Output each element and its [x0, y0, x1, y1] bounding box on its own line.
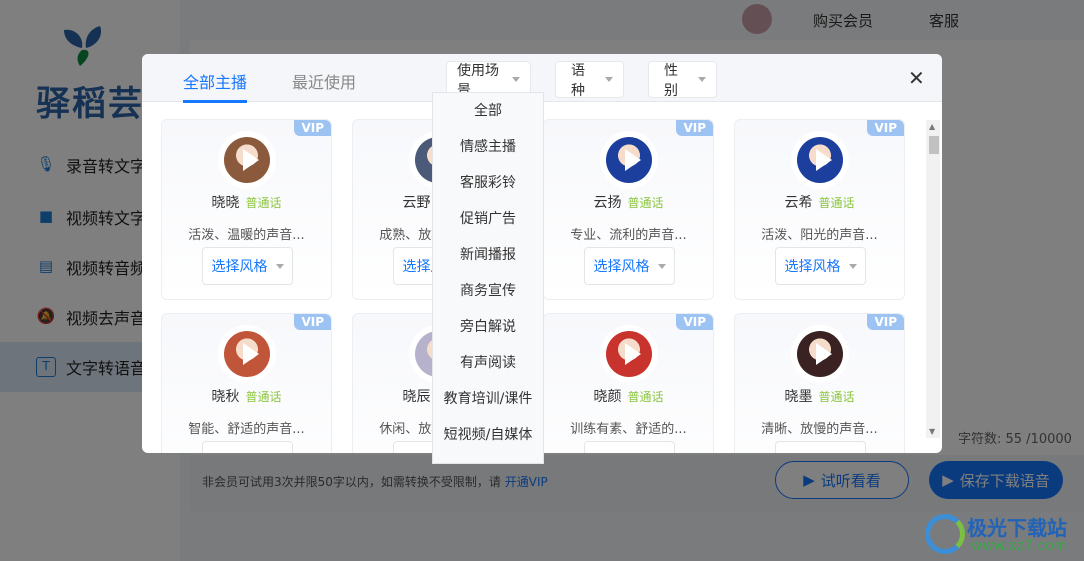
- speaker-description: 清晰、放慢的声音...: [761, 422, 878, 437]
- scroll-up-icon[interactable]: ▲: [929, 122, 935, 131]
- vip-badge: VIP: [676, 314, 713, 330]
- speaker-avatar[interactable]: [221, 328, 273, 380]
- scrollbar[interactable]: ▲ ▼: [926, 120, 940, 438]
- speaker-name: 晓颜: [593, 389, 622, 405]
- play-icon[interactable]: [625, 343, 641, 365]
- speaker-language: 普通话: [627, 196, 664, 210]
- speaker-language: 普通话: [818, 390, 855, 404]
- watermark-logo-icon: [925, 514, 965, 554]
- speaker-name: 晓秋: [211, 389, 240, 405]
- scene-option[interactable]: 商务宣传: [433, 273, 543, 309]
- speaker-description: 专业、流利的声音...: [570, 228, 687, 243]
- style-select-label: 选择风格: [211, 259, 268, 275]
- play-icon[interactable]: [816, 343, 832, 365]
- style-select-label: 选择风格: [784, 259, 841, 275]
- scroll-down-icon[interactable]: ▼: [929, 427, 935, 436]
- speaker-name-row: 云扬 普通话: [544, 192, 713, 212]
- tab-recent[interactable]: 最近使用: [292, 69, 356, 93]
- chevron-down-icon: [512, 77, 520, 82]
- vip-badge: VIP: [867, 314, 904, 330]
- speaker-card[interactable]: VIP 云希 普通话 活泼、阳光的声音... 选择风格: [734, 119, 905, 300]
- scrollbar-thumb[interactable]: [929, 136, 939, 154]
- scene-option[interactable]: 教育培训/课件: [433, 381, 543, 417]
- speaker-name-row: 云希 普通话: [735, 192, 904, 212]
- speaker-name: 云野: [402, 195, 431, 211]
- scene-option[interactable]: 促销广告: [433, 201, 543, 237]
- style-select-label: 选择风格: [785, 450, 841, 453]
- scene-dropdown-menu: 全部 情感主播 客服彩铃 促销广告 新闻播报 商务宣传 旁白解说 有声阅读 教育培训/课件 短视频…: [432, 92, 544, 464]
- speaker-avatar[interactable]: [603, 328, 655, 380]
- style-select-label: 选择风格: [594, 450, 650, 453]
- language-filter-label: 语种: [571, 62, 585, 99]
- speaker-name: 晓辰: [402, 389, 431, 405]
- vip-badge: VIP: [676, 120, 713, 136]
- speaker-avatar[interactable]: [794, 328, 846, 380]
- speaker-name-row: 晓秋 普通话: [162, 386, 331, 406]
- speaker-avatar[interactable]: [603, 134, 655, 186]
- speaker-card[interactable]: VIP 云扬 普通话 专业、流利的声音... 选择风格: [543, 119, 714, 300]
- watermark-url: www.xz7.com: [971, 538, 1068, 554]
- speaker-language: 普通话: [818, 196, 855, 210]
- chevron-down-icon: [657, 263, 666, 269]
- gender-filter[interactable]: 性别: [648, 61, 717, 99]
- style-select[interactable]: 选择风格: [584, 247, 675, 285]
- scene-option[interactable]: 新闻播报: [433, 237, 543, 273]
- chevron-down-icon: [698, 77, 706, 82]
- speaker-card[interactable]: VIP 晓墨普通话 清晰、放慢的声音... 选择风格: [734, 313, 905, 453]
- speaker-name: 晓晓: [211, 195, 240, 211]
- style-select[interactable]: 选择风格: [202, 441, 293, 453]
- watermark-title: 极光下载站: [967, 516, 1067, 540]
- vip-badge: VIP: [867, 120, 904, 136]
- gender-filter-label: 性别: [664, 62, 678, 99]
- vip-badge: VIP: [294, 120, 331, 136]
- close-icon[interactable]: ✕: [908, 66, 925, 90]
- style-select[interactable]: 选择风格: [775, 441, 866, 453]
- scene-option[interactable]: 全部: [433, 93, 543, 129]
- vip-badge: VIP: [294, 314, 331, 330]
- speaker-description: 智能、舒适的声音...: [188, 422, 305, 437]
- speaker-name-row: 晓颜 普通话: [544, 386, 713, 406]
- speaker-name: 晓墨: [784, 389, 813, 405]
- speaker-name-row: 晓晓 普通话: [162, 192, 331, 212]
- speaker-description: 活泼、阳光的声音...: [761, 228, 878, 243]
- style-select-label: 选择风格: [212, 450, 268, 453]
- speaker-card[interactable]: VIP 晓颜普通话 训练有素、舒适的... 选择风格: [543, 313, 714, 453]
- speaker-card[interactable]: VIP 晓晓 普通话 活泼、温暖的声音... 选择风格: [161, 119, 332, 300]
- play-icon[interactable]: [243, 149, 259, 171]
- speaker-description: 训练有素、舒适的...: [570, 422, 687, 437]
- scene-option[interactable]: 旁白解说: [433, 309, 543, 345]
- speaker-language: 普通话: [245, 196, 282, 210]
- play-icon[interactable]: [243, 343, 259, 365]
- speaker-language: 普通话: [245, 390, 282, 404]
- play-icon[interactable]: [625, 149, 641, 171]
- scene-option[interactable]: 短视频/自媒体: [433, 417, 543, 453]
- speaker-name-row: 晓墨 普通话: [735, 386, 904, 406]
- speaker-avatar[interactable]: [221, 134, 273, 186]
- chevron-down-icon: [275, 263, 284, 269]
- speaker-description: 活泼、温暖的声音...: [188, 228, 305, 243]
- chevron-down-icon: [848, 263, 857, 269]
- style-select[interactable]: 选择风格: [584, 441, 675, 453]
- speaker-language: 普通话: [627, 390, 664, 404]
- speaker-name: 云扬: [593, 195, 622, 211]
- scene-option[interactable]: 客服彩铃: [433, 165, 543, 201]
- speaker-card[interactable]: VIP 晓秋普通话 智能、舒适的声音... 选择风格: [161, 313, 332, 453]
- scene-option[interactable]: 情感主播: [433, 129, 543, 165]
- chevron-down-icon: [605, 77, 613, 82]
- language-filter[interactable]: 语种: [555, 61, 624, 99]
- play-icon[interactable]: [816, 149, 832, 171]
- style-select[interactable]: 选择风格: [202, 247, 293, 285]
- tab-all-speakers[interactable]: 全部主播: [183, 69, 248, 103]
- scene-option[interactable]: 有声阅读: [433, 345, 543, 381]
- style-select[interactable]: 选择风格: [775, 247, 866, 285]
- watermark: 极光下载站 www.xz7.com: [925, 508, 1084, 558]
- speaker-name: 云希: [784, 195, 813, 211]
- speaker-avatar[interactable]: [794, 134, 846, 186]
- style-select-label: 选择风格: [593, 259, 650, 275]
